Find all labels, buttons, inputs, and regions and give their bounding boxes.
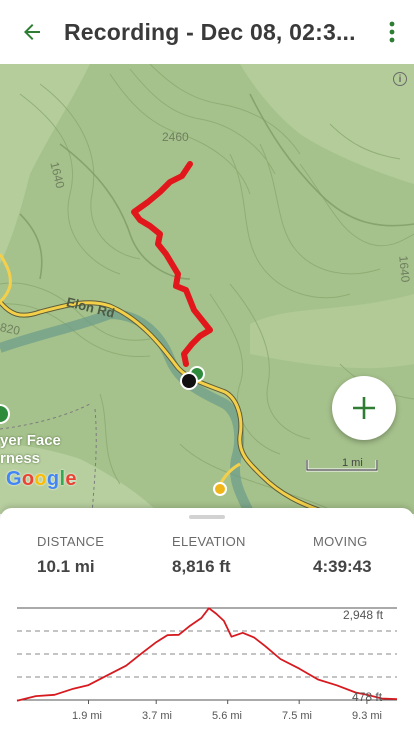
moving-stat: MOVING 4:39:43: [313, 534, 372, 577]
moving-value: 4:39:43: [313, 557, 372, 576]
distance-stat: DISTANCE 10.1 mi: [37, 534, 104, 577]
more-vertical-icon: [389, 21, 395, 43]
stats-row: DISTANCE 10.1 mi ELEVATION 8,816 ft MOVI…: [0, 534, 414, 578]
elevation-stat: ELEVATION 8,816 ft: [172, 534, 246, 577]
x-tick-label: 1.9 mi: [72, 710, 102, 722]
elevation-label: ELEVATION: [172, 534, 246, 549]
back-button[interactable]: [0, 0, 64, 64]
info-icon[interactable]: i: [393, 72, 407, 86]
contour-label: 1640: [396, 255, 413, 283]
elevation-profile-chart[interactable]: 2,948 ft 478 ft 1.9 mi 3.7 mi 5.6 mi 7.5…: [0, 596, 414, 726]
x-tick-label: 3.7 mi: [142, 710, 172, 722]
x-tick-label: 5.6 mi: [212, 710, 242, 722]
app-bar: Recording - Dec 08, 02:3...: [0, 0, 414, 64]
y-tick-label: 478 ft: [352, 690, 383, 704]
distance-value: 10.1 mi: [37, 557, 95, 576]
moving-label: MOVING: [313, 534, 368, 549]
page-title: Recording - Dec 08, 02:3...: [64, 18, 356, 45]
plus-icon: [353, 397, 375, 419]
elevation-value: 8,816 ft: [172, 557, 231, 576]
zoom-in-button[interactable]: [332, 376, 396, 440]
x-tick-label: 9.3 mi: [352, 710, 382, 722]
distance-label: DISTANCE: [37, 534, 105, 549]
y-tick-label: 2,948 ft: [343, 608, 384, 622]
stats-panel[interactable]: DISTANCE 10.1 mi ELEVATION 8,816 ft MOVI…: [0, 508, 414, 740]
contour-label: 2460: [162, 130, 189, 144]
place-label-line2: rness: [0, 450, 41, 467]
google-logo: Google: [6, 468, 77, 490]
map-view[interactable]: 2460 1640 1640 820 Elon Rd yer Face rnes…: [0, 64, 414, 514]
overflow-menu-button[interactable]: [370, 0, 414, 64]
scale-label: 1 mi: [342, 457, 363, 469]
x-tick-label: 7.5 mi: [282, 710, 312, 722]
topographic-map: [0, 64, 414, 514]
drag-handle[interactable]: [189, 515, 225, 519]
arrow-back-icon: [24, 24, 40, 40]
place-label-line1: yer Face: [0, 432, 61, 449]
